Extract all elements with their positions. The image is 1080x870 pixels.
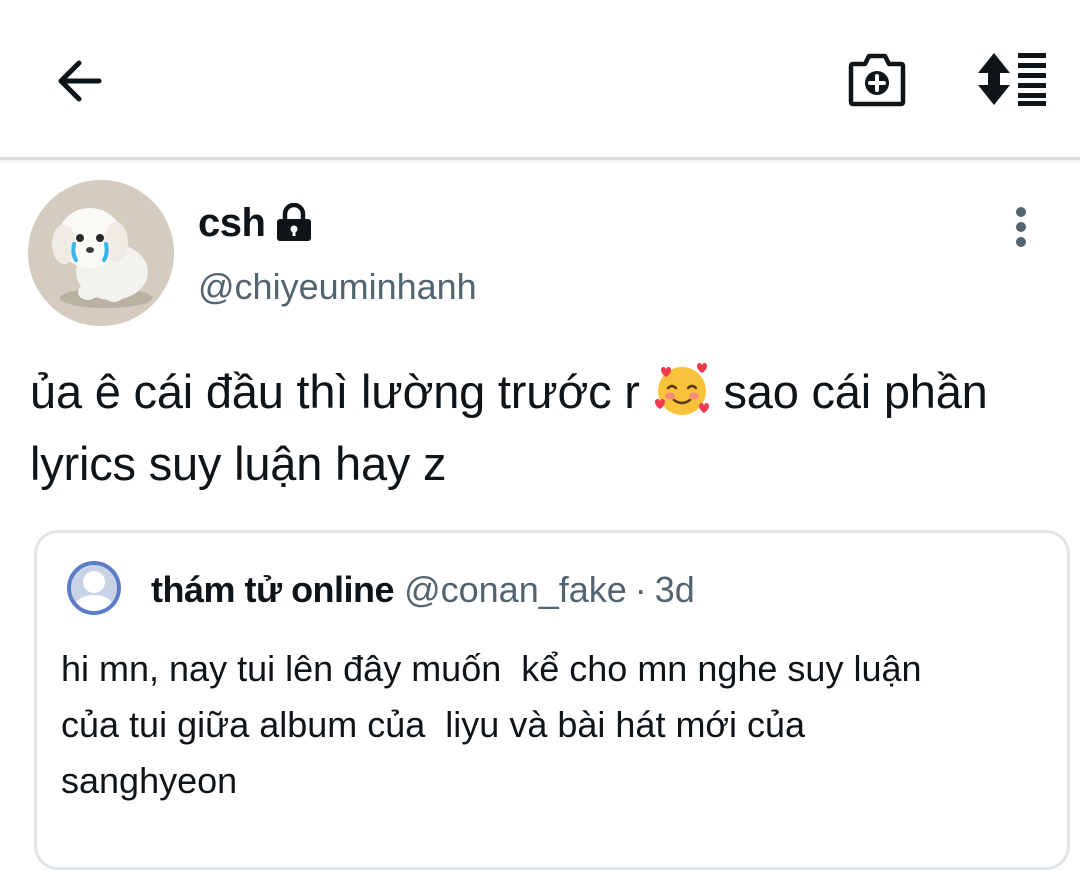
avatar[interactable] xyxy=(28,180,174,326)
quoted-author-name[interactable]: thám tử online xyxy=(151,569,395,611)
post[interactable]: csh @chiyeuminhanh ủa ê cái đầu thì lườn… xyxy=(0,160,1080,870)
more-options-button[interactable] xyxy=(996,202,1046,252)
quoted-post-text: hi mn, nay tui lên đây muốn kể cho mn ng… xyxy=(61,648,922,801)
arrow-left-icon xyxy=(58,60,102,102)
sort-button[interactable] xyxy=(972,44,1052,114)
sort-list-icon xyxy=(978,53,1046,106)
quoted-post-time: 3d xyxy=(654,569,695,610)
post-text-part-1: ủa ê cái đầu thì lường trước r xyxy=(30,365,653,418)
back-button[interactable] xyxy=(46,48,112,114)
default-avatar-icon xyxy=(67,561,121,615)
post-text: ủa ê cái đầu thì lường trước r sao cái p… xyxy=(30,356,1050,500)
quoted-post-card[interactable]: thám tử online @conan_fake · 3d hi mn, n… xyxy=(34,530,1070,870)
quoted-post-header: thám tử online @conan_fake · 3d xyxy=(151,569,695,611)
camera-add-icon xyxy=(848,53,906,107)
author-display-name[interactable]: csh xyxy=(198,201,266,246)
author-handle[interactable]: @chiyeuminhanh xyxy=(198,266,477,308)
smiling-face-with-hearts-emoji xyxy=(653,360,711,418)
quoted-author-avatar[interactable] xyxy=(67,561,121,615)
more-vertical-icon xyxy=(1016,207,1026,247)
author-name-row[interactable]: csh xyxy=(198,198,313,248)
top-app-bar xyxy=(0,0,1080,160)
camera-button[interactable] xyxy=(840,44,914,114)
quoted-author-handle[interactable]: @conan_fake xyxy=(404,569,627,611)
separator-dot: · xyxy=(634,569,647,610)
lock-icon xyxy=(275,203,313,243)
avatar-image xyxy=(28,180,174,326)
